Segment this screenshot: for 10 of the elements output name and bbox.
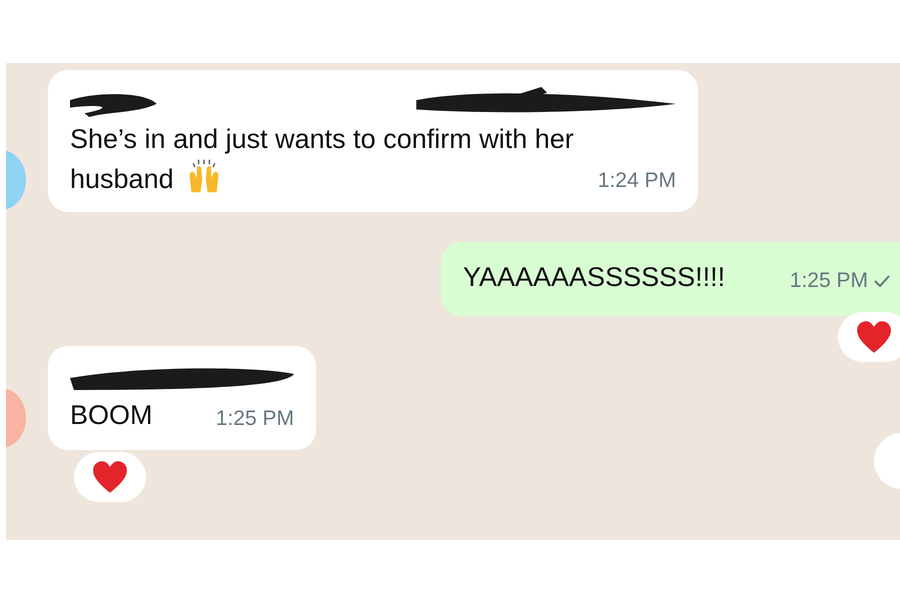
reaction-badge[interactable] [74, 452, 146, 502]
message-text: YAAAAAASSSSSS!!!! [463, 262, 726, 292]
timestamp: 1:25 PM [790, 268, 868, 294]
message-text: She’s in and just wants to confirm with her husband [70, 124, 574, 194]
heart-icon [92, 460, 128, 494]
message-text: BOOM [70, 400, 153, 430]
heart-icon [856, 320, 892, 354]
reaction-badge[interactable] [838, 312, 900, 362]
timestamp: 1:24 PM [598, 168, 676, 194]
timestamp: 1:25 PM [216, 406, 294, 432]
